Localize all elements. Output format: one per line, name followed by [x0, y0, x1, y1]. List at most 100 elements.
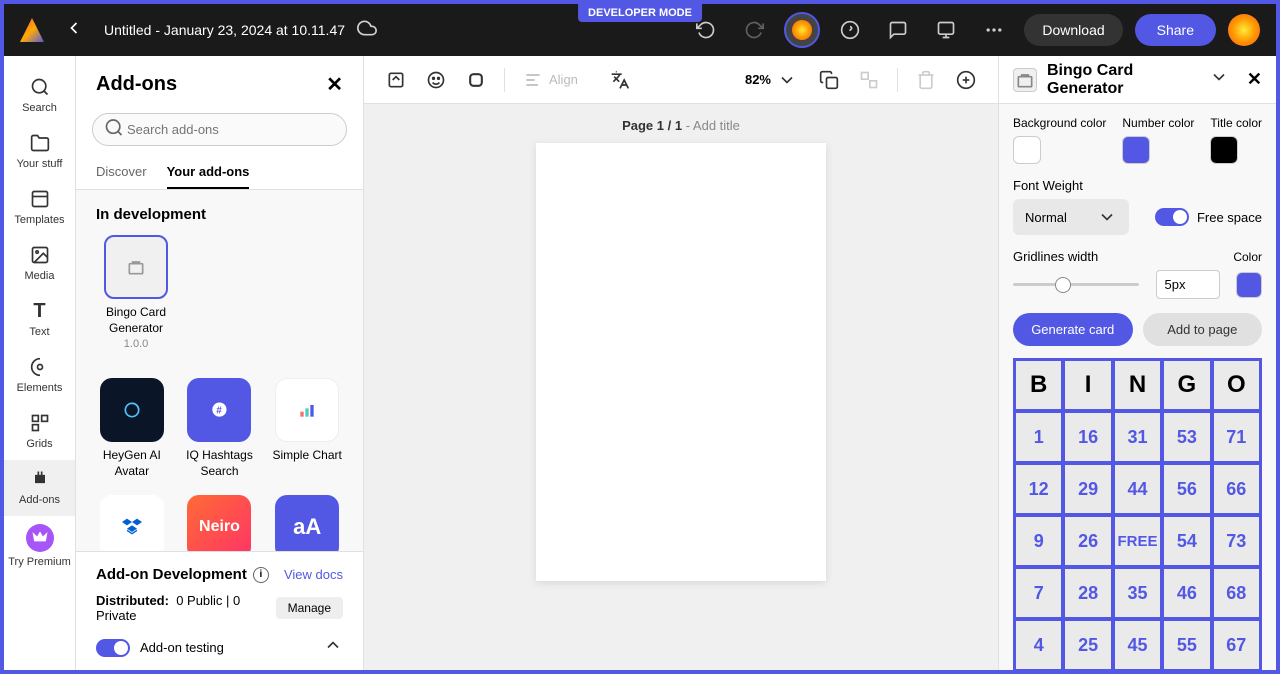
sidebar-item-grids[interactable]: Grids — [4, 404, 75, 460]
bingo-header: N — [1115, 361, 1160, 409]
adobe-logo[interactable] — [20, 18, 44, 42]
bingo-cell: 28 — [1065, 569, 1110, 617]
more-icon[interactable] — [976, 12, 1012, 48]
canvas-page[interactable] — [536, 143, 826, 581]
addons-title: Add-ons — [96, 73, 177, 96]
bingo-header: O — [1214, 361, 1259, 409]
comment-icon[interactable] — [880, 12, 916, 48]
align-button: Align — [517, 70, 584, 90]
addon-aa[interactable]: aA — [271, 495, 343, 551]
gridlines-slider[interactable] — [1013, 283, 1139, 286]
num-color-swatch[interactable] — [1122, 136, 1150, 164]
gridlines-label: Gridlines width — [1013, 249, 1098, 264]
back-button[interactable] — [56, 14, 92, 47]
bingo-preview: BINGO1163153711229445666926FREE547372835… — [1013, 358, 1262, 670]
bingo-cell: 7 — [1016, 569, 1061, 617]
bingo-header: G — [1164, 361, 1209, 409]
duplicate-button[interactable] — [813, 64, 845, 96]
sidebar-item-text[interactable]: TText — [4, 292, 75, 348]
bg-color-swatch[interactable] — [1013, 136, 1041, 164]
addons-panel: Add-ons ✕ Discover Your add-ons In devel… — [76, 56, 364, 670]
gridlines-input[interactable] — [1156, 270, 1220, 299]
translate-button[interactable] — [604, 64, 636, 96]
help-icon[interactable] — [832, 12, 868, 48]
bingo-cell: 46 — [1164, 569, 1209, 617]
bingo-cell: 12 — [1016, 465, 1061, 513]
add-button[interactable] — [950, 64, 982, 96]
page-indicator[interactable]: Page 1 / 1 - Add title — [622, 118, 740, 133]
sidebar-item-templates[interactable]: Templates — [4, 180, 75, 236]
bingo-cell: 53 — [1164, 413, 1209, 461]
left-sidebar: Search Your stuff Templates Media TText … — [4, 56, 76, 670]
user-avatar[interactable] — [1228, 14, 1260, 46]
document-title[interactable]: Untitled - January 23, 2024 at 10.11.47 — [104, 22, 345, 38]
bingo-cell: 45 — [1115, 621, 1160, 669]
download-button[interactable]: Download — [1024, 14, 1122, 46]
generate-card-button[interactable]: Generate card — [1013, 313, 1133, 346]
chevron-up-icon[interactable] — [323, 635, 343, 660]
sidebar-item-search[interactable]: Search — [4, 68, 75, 124]
shape-button[interactable] — [460, 64, 492, 96]
dev-addon-item[interactable]: Bingo Card Generator 1.0.0 — [96, 235, 176, 350]
addons-search-input[interactable] — [92, 113, 347, 146]
addon-neiro[interactable]: Neiro — [184, 495, 256, 551]
redo-button[interactable] — [736, 12, 772, 48]
crop-button[interactable] — [380, 64, 412, 96]
font-weight-select[interactable]: Normal — [1013, 199, 1129, 235]
in-development-heading: In development — [96, 206, 343, 223]
font-weight-label: Font Weight — [1013, 178, 1262, 193]
present-icon[interactable] — [928, 12, 964, 48]
bingo-cell: 73 — [1214, 517, 1259, 565]
bingo-header: I — [1065, 361, 1110, 409]
effects-button[interactable] — [420, 64, 452, 96]
info-icon[interactable]: i — [253, 567, 269, 583]
addon-iqhashtags[interactable]: #IQ Hashtags Search — [184, 378, 256, 479]
grid-color-swatch[interactable] — [1236, 272, 1262, 298]
collapse-button[interactable] — [1209, 67, 1229, 92]
bingo-cell: 9 — [1016, 517, 1061, 565]
sidebar-item-your-stuff[interactable]: Your stuff — [4, 124, 75, 180]
dev-addon-name: Bingo Card Generator — [96, 305, 176, 336]
bingo-cell: 66 — [1214, 465, 1259, 513]
cloud-icon[interactable] — [357, 18, 377, 43]
share-button[interactable]: Share — [1135, 14, 1216, 46]
manage-button[interactable]: Manage — [276, 597, 343, 619]
bingo-cell: 31 — [1115, 413, 1160, 461]
addons-search[interactable] — [92, 113, 347, 146]
bingo-cell: FREE — [1115, 517, 1160, 565]
search-icon — [104, 117, 124, 142]
tab-discover[interactable]: Discover — [96, 154, 147, 189]
addon-icon — [1013, 68, 1037, 92]
view-docs-link[interactable]: View docs — [284, 567, 343, 582]
sidebar-item-premium[interactable]: Try Premium — [4, 516, 75, 578]
addon-dev-heading: Add-on Developmenti — [96, 566, 269, 583]
canvas-toolbar: Align 82% — [364, 56, 998, 104]
invite-avatar[interactable] — [784, 12, 820, 48]
addon-heygen[interactable]: HeyGen AI Avatar — [96, 378, 168, 479]
title-color-label: Title color — [1210, 116, 1262, 130]
close-button[interactable]: ✕ — [1247, 69, 1262, 90]
num-color-label: Number color — [1122, 116, 1194, 130]
developer-mode-badge: DEVELOPER MODE — [578, 4, 702, 22]
sidebar-item-media[interactable]: Media — [4, 236, 75, 292]
addon-dropbox[interactable] — [96, 495, 168, 551]
addons-close-button[interactable]: ✕ — [326, 72, 343, 97]
addon-testing-label: Add-on testing — [140, 640, 224, 655]
sidebar-item-elements[interactable]: Elements — [4, 348, 75, 404]
right-panel: Bingo Card Generator ✕ Background color … — [998, 56, 1276, 670]
bingo-cell: 67 — [1214, 621, 1259, 669]
addon-testing-toggle[interactable] — [96, 639, 130, 657]
bingo-cell: 1 — [1016, 413, 1061, 461]
title-color-swatch[interactable] — [1210, 136, 1238, 164]
free-space-toggle[interactable] — [1155, 208, 1189, 226]
zoom-level[interactable]: 82% — [737, 70, 805, 90]
grid-color-label: Color — [1233, 250, 1262, 264]
bingo-cell: 4 — [1016, 621, 1061, 669]
canvas-area: Align 82% Page 1 / 1 - Add title — [364, 56, 998, 670]
tab-your-addons[interactable]: Your add-ons — [167, 154, 250, 189]
sidebar-item-addons[interactable]: Add-ons — [4, 460, 75, 516]
addon-simplechart[interactable]: Simple Chart — [271, 378, 343, 479]
bingo-header: B — [1016, 361, 1061, 409]
bingo-cell: 54 — [1164, 517, 1209, 565]
add-to-page-button[interactable]: Add to page — [1143, 313, 1263, 346]
